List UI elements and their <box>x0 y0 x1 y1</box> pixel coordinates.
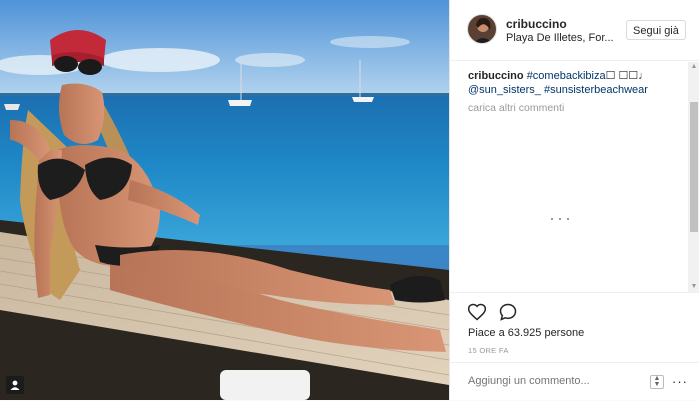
comment-icon[interactable] <box>498 302 518 322</box>
timestamp[interactable]: 15 ORE FA <box>468 346 509 355</box>
post-photo[interactable] <box>0 0 449 400</box>
caption-emoji: ☐ ☐☐♩ <box>605 70 650 82</box>
user-tag-icon[interactable] <box>6 376 24 394</box>
hashtag-link[interactable]: #sunsisterbeachwear <box>544 84 648 96</box>
photo-illustration <box>0 0 449 400</box>
hashtag-link[interactable]: #comebackibiza <box>527 70 606 82</box>
post-actions: Piace a 63.925 persone 15 ORE FA <box>450 292 699 363</box>
avatar[interactable] <box>467 14 497 44</box>
scrollbar[interactable]: ▲ ▼ <box>688 62 699 292</box>
username[interactable]: cribuccino <box>506 17 567 31</box>
emoji-icon[interactable]: ▲ ▼ <box>650 375 664 389</box>
mention-link[interactable]: @sun_sisters_ <box>468 84 541 96</box>
post-header: cribuccino Playa De Illetes, For... Segu… <box>450 0 699 61</box>
scroll-thumb[interactable] <box>690 102 698 232</box>
caption-username[interactable]: cribuccino <box>468 70 524 82</box>
scroll-down-arrow[interactable]: ▼ <box>690 283 698 290</box>
heart-icon[interactable] <box>467 302 487 322</box>
likes-count[interactable]: Piace a 63.925 persone <box>468 327 584 339</box>
more-options-icon[interactable]: ··· <box>672 374 688 389</box>
caption: cribuccino #comebackibiza☐ ☐☐♩ @sun_sist… <box>468 69 683 97</box>
add-comment-bar: ▲▼ ··· <box>450 362 699 401</box>
post-sidebar: cribuccino Playa De Illetes, For... Segu… <box>449 0 699 400</box>
scroll-up-arrow[interactable]: ▲ <box>690 63 698 70</box>
follow-button[interactable]: Segui già <box>626 20 686 40</box>
comment-input[interactable] <box>468 375 638 387</box>
load-more-comments[interactable]: carica altri commenti <box>468 102 564 114</box>
location-link[interactable]: Playa De Illetes, For... <box>506 32 614 44</box>
loading-spinner <box>548 207 576 225</box>
